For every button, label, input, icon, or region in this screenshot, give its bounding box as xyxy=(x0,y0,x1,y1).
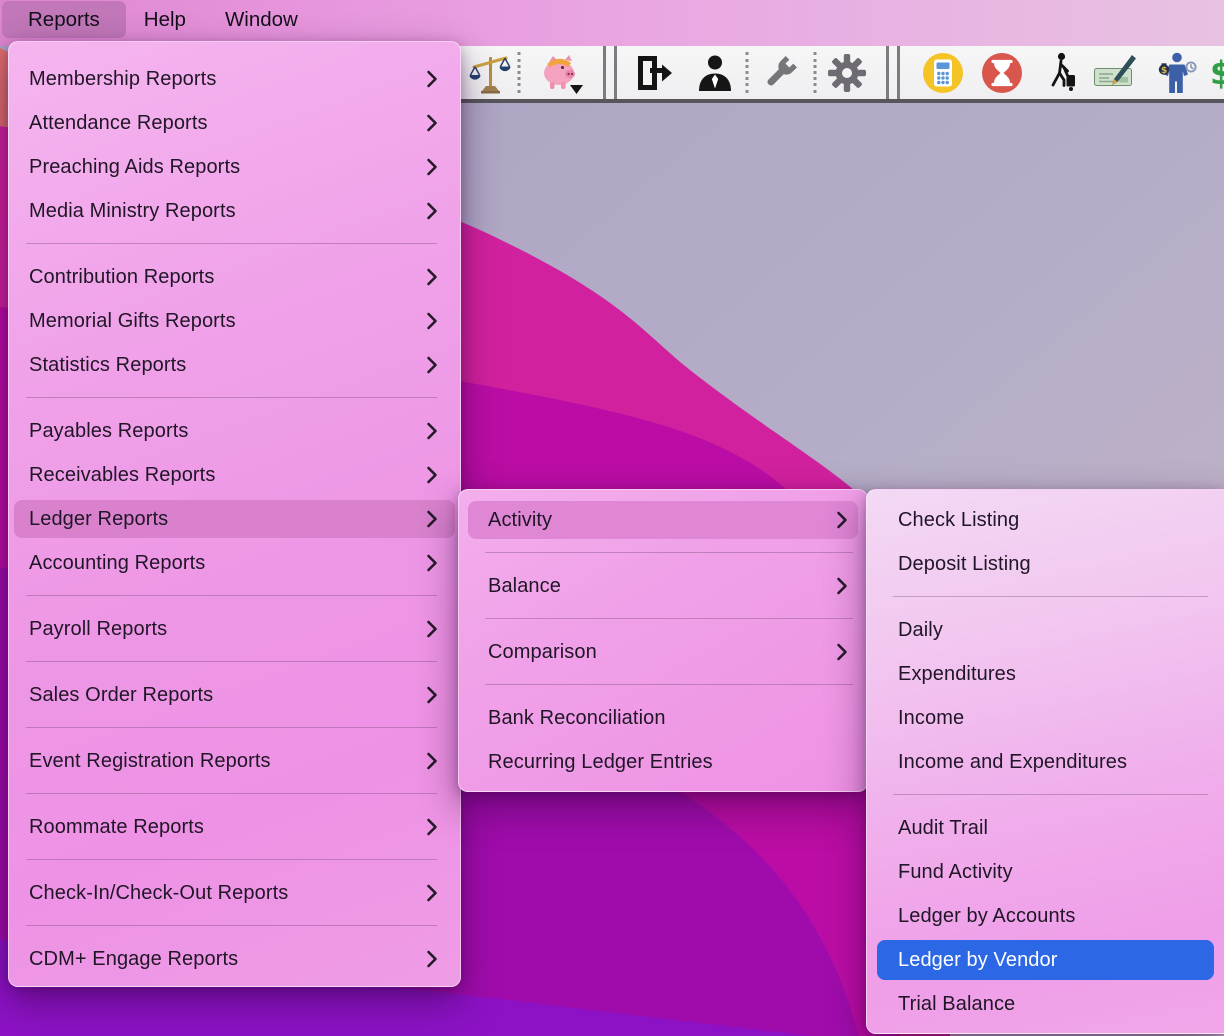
chevron-right-icon xyxy=(426,554,438,572)
menu-item-cdm+-engage-reports[interactable]: CDM+ Engage Reports xyxy=(14,937,455,981)
hourglass-icon[interactable] xyxy=(980,51,1024,95)
menu-item-ledger-by-vendor[interactable]: Ledger by Vendor xyxy=(877,938,1214,982)
menubar-item-window[interactable]: Window xyxy=(204,1,319,38)
check-writing-icon[interactable] xyxy=(1091,53,1139,93)
svg-text:$: $ xyxy=(1210,54,1224,92)
menu-separator xyxy=(26,727,437,728)
toolbar-separator-dotted xyxy=(518,52,521,93)
menu-item-contribution-reports[interactable]: Contribution Reports xyxy=(14,255,455,299)
menu-separator xyxy=(485,552,853,553)
menu-item-recurring-ledger-entries[interactable]: Recurring Ledger Entries xyxy=(468,740,858,784)
menu-item-expenditures[interactable]: Expenditures xyxy=(877,652,1214,696)
chevron-right-icon xyxy=(426,312,438,330)
menu-item-comparison[interactable]: Comparison xyxy=(468,630,858,674)
chevron-right-icon xyxy=(426,686,438,704)
menu-separator xyxy=(485,618,853,619)
screen: $$ Reports Help Window Membership Report… xyxy=(0,0,1224,1036)
toolbar-separator-dotted xyxy=(814,52,817,93)
menu-item-statistics-reports[interactable]: Statistics Reports xyxy=(14,343,455,387)
chevron-right-icon xyxy=(426,466,438,484)
person-icon[interactable] xyxy=(695,53,735,93)
menu-item-attendance-reports[interactable]: Attendance Reports xyxy=(14,101,455,145)
chevron-right-icon xyxy=(426,114,438,132)
chevron-right-icon xyxy=(426,818,438,836)
menu-item-accounting-reports[interactable]: Accounting Reports xyxy=(14,541,455,585)
menu-item-event-registration-reports[interactable]: Event Registration Reports xyxy=(14,739,455,783)
menu-item-media-ministry-reports[interactable]: Media Ministry Reports xyxy=(14,189,455,233)
chevron-right-icon xyxy=(836,643,848,661)
menubar-item-reports[interactable]: Reports xyxy=(2,1,126,38)
menu-item-audit-trail[interactable]: Audit Trail xyxy=(877,806,1214,850)
piggy-bank-icon[interactable] xyxy=(539,51,585,95)
chevron-right-icon xyxy=(426,620,438,638)
scales-icon[interactable] xyxy=(469,51,511,95)
menu-separator xyxy=(485,684,853,685)
gear-icon[interactable] xyxy=(827,53,867,93)
chevron-right-icon xyxy=(836,511,848,529)
chevron-right-icon xyxy=(426,202,438,220)
menu-separator xyxy=(26,595,437,596)
menu-item-deposit-listing[interactable]: Deposit Listing xyxy=(877,542,1214,586)
chevron-right-icon xyxy=(426,884,438,902)
chevron-right-icon xyxy=(426,510,438,528)
menu-item-memorial-gifts-reports[interactable]: Memorial Gifts Reports xyxy=(14,299,455,343)
chevron-right-icon xyxy=(836,577,848,595)
menu-item-receivables-reports[interactable]: Receivables Reports xyxy=(14,453,455,497)
menu-item-ledger-by-accounts[interactable]: Ledger by Accounts xyxy=(877,894,1214,938)
window-toolbar: $$ xyxy=(452,46,1224,103)
menu-item-roommate-reports[interactable]: Roommate Reports xyxy=(14,805,455,849)
ledger-reports-submenu: Activity Balance Comparison xyxy=(458,489,868,792)
menu-item-check-listing[interactable]: Check Listing xyxy=(877,498,1214,542)
menu-item-income-and-expenditures[interactable]: Income and Expenditures xyxy=(877,740,1214,784)
chevron-right-icon xyxy=(426,422,438,440)
payroll-person-icon[interactable]: $ xyxy=(1155,51,1199,95)
calculator-icon[interactable] xyxy=(921,51,965,95)
reports-menu: Membership Reports Attendance Reports Pr… xyxy=(8,41,461,987)
chevron-right-icon xyxy=(426,950,438,968)
chevron-right-icon xyxy=(426,268,438,286)
menu-item-balance[interactable]: Balance xyxy=(468,564,858,608)
svg-text:$: $ xyxy=(1161,65,1167,75)
menu-separator xyxy=(26,243,437,244)
menu-item-activity[interactable]: Activity xyxy=(468,498,858,542)
menu-bar: Reports Help Window xyxy=(0,0,1224,46)
chevron-right-icon xyxy=(426,158,438,176)
dollar-icon[interactable]: $ xyxy=(1209,53,1224,93)
wrench-icon[interactable] xyxy=(760,53,800,93)
activity-submenu: Check Listing Deposit Listing Daily Expe… xyxy=(866,489,1224,1034)
toolbar-separator-double xyxy=(886,46,900,99)
chevron-right-icon xyxy=(426,356,438,374)
menu-item-income[interactable]: Income xyxy=(877,696,1214,740)
menu-separator xyxy=(26,793,437,794)
menu-separator xyxy=(26,661,437,662)
menu-item-daily[interactable]: Daily xyxy=(877,608,1214,652)
menu-item-preaching-aids-reports[interactable]: Preaching Aids Reports xyxy=(14,145,455,189)
menubar-item-help[interactable]: Help xyxy=(126,1,204,38)
menu-separator xyxy=(26,925,437,926)
toolbar-separator-dotted xyxy=(746,52,749,93)
menu-item-trial-balance[interactable]: Trial Balance xyxy=(877,982,1214,1026)
menu-item-sales-order-reports[interactable]: Sales Order Reports xyxy=(14,673,455,717)
menu-separator xyxy=(893,596,1208,597)
menu-item-check-in-check-out-reports[interactable]: Check-In/Check-Out Reports xyxy=(14,871,455,915)
menu-separator xyxy=(26,859,437,860)
menu-item-payroll-reports[interactable]: Payroll Reports xyxy=(14,607,455,651)
menu-item-payables-reports[interactable]: Payables Reports xyxy=(14,409,455,453)
chevron-right-icon xyxy=(426,752,438,770)
menu-item-membership-reports[interactable]: Membership Reports xyxy=(14,57,455,101)
exit-door-icon[interactable] xyxy=(633,53,677,93)
toolbar-separator-double xyxy=(603,46,617,99)
menu-item-fund-activity[interactable]: Fund Activity xyxy=(877,850,1214,894)
menu-item-bank-reconciliation[interactable]: Bank Reconciliation xyxy=(468,696,858,740)
menu-separator xyxy=(893,794,1208,795)
chevron-right-icon xyxy=(426,70,438,88)
menu-separator xyxy=(26,397,437,398)
traveler-icon[interactable] xyxy=(1043,51,1083,95)
menu-item-ledger-reports[interactable]: Ledger Reports xyxy=(14,497,455,541)
